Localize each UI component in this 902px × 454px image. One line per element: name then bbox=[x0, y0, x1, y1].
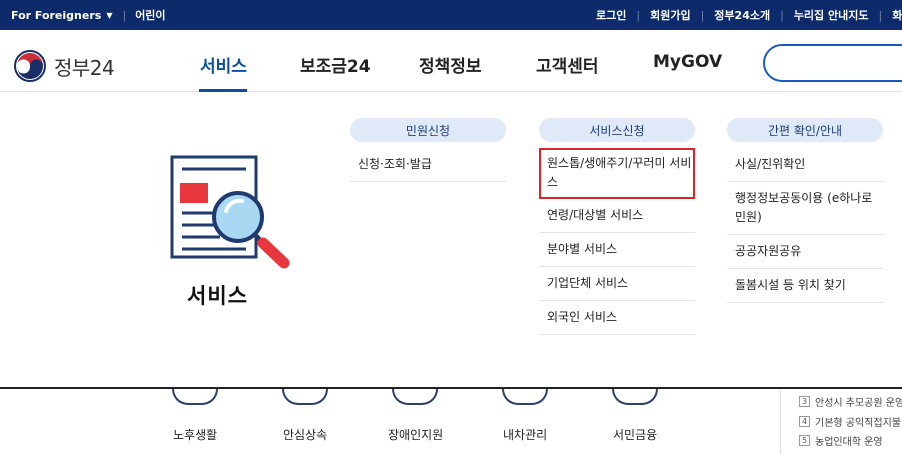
news-item[interactable]: 5 농업인대학 운영 bbox=[799, 433, 883, 448]
inheritance-icon[interactable] bbox=[282, 389, 328, 405]
divider: | bbox=[700, 8, 705, 22]
senior-life-icon[interactable] bbox=[172, 389, 218, 405]
rank-badge: 3 bbox=[799, 396, 810, 407]
active-nav-indicator bbox=[199, 89, 247, 92]
category-label[interactable]: 노후생활 bbox=[173, 426, 217, 443]
news-text: 기본형 공익직접지불 bbox=[815, 418, 901, 429]
rank-badge: 5 bbox=[799, 435, 810, 446]
taegeuk-logo-icon bbox=[14, 50, 46, 82]
divider: | bbox=[878, 8, 883, 22]
news-text: 농업인대학 운영 bbox=[815, 437, 883, 448]
category-label[interactable]: 장애인지원 bbox=[388, 426, 443, 443]
sitemap-link[interactable]: 누리집 안내지도 bbox=[794, 7, 869, 23]
nav-service[interactable]: 서비스 bbox=[200, 52, 247, 77]
menu-item[interactable]: 사실/진위확인 bbox=[727, 148, 883, 182]
finance-icon[interactable] bbox=[612, 389, 658, 405]
disability-support-icon[interactable] bbox=[392, 389, 438, 405]
menu-item[interactable]: 행정정보공동이용 (e하나로민원) bbox=[727, 182, 883, 235]
category-label[interactable]: 안심상속 bbox=[283, 426, 327, 443]
nav-mygov[interactable]: MyGOV bbox=[653, 52, 722, 72]
nav-policy-info[interactable]: 정책정보 bbox=[419, 52, 482, 77]
site-header: 정부24 서비스 보조금24 정책정보 고객센터 MyGOV bbox=[0, 30, 902, 92]
top-utility-bar: For Foreigners ▼ | 어린이 로그인 | 회원가입 | 정부24… bbox=[0, 0, 902, 30]
menu-item[interactable]: 돌봄시설 등 위치 찾기 bbox=[727, 269, 883, 303]
menu-column-easy-check: 간편 확인/안내 사실/진위확인 행정정보공동이용 (e하나로민원) 공공자원공… bbox=[727, 118, 883, 303]
about-link[interactable]: 정부24소개 bbox=[714, 7, 770, 23]
search-input[interactable] bbox=[763, 44, 902, 82]
menu-column-service-apply: 서비스신청 원스톱/생애주기/꾸러미 서비스 연령/대상별 서비스 분야별 서비… bbox=[539, 118, 695, 335]
document-search-illustration-icon bbox=[170, 155, 290, 269]
column-heading[interactable]: 서비스신청 bbox=[539, 118, 695, 142]
category-label[interactable]: 서민금융 bbox=[613, 426, 657, 443]
truncated-link[interactable]: 화 bbox=[892, 7, 902, 23]
news-text: 안성시 추모공원 운영 bbox=[815, 398, 902, 409]
rank-badge: 4 bbox=[799, 416, 810, 427]
topbar-right-links: 로그인 | 회원가입 | 정부24소개 | 누리집 안내지도 | 화 bbox=[596, 0, 902, 30]
nav-customer-center[interactable]: 고객센터 bbox=[536, 52, 599, 77]
kids-link[interactable]: 어린이 bbox=[135, 7, 165, 23]
news-list: 3 안성시 추모공원 운영 4 기본형 공익직접지불 5 농업인대학 운영 bbox=[780, 390, 902, 454]
menu-item[interactable]: 신청·조회·발급 bbox=[350, 148, 506, 182]
column-heading[interactable]: 민원신청 bbox=[350, 118, 506, 142]
news-item[interactable]: 3 안성시 추모공원 운영 bbox=[799, 394, 902, 409]
divider: | bbox=[122, 8, 127, 22]
menu-item[interactable]: 분야별 서비스 bbox=[539, 233, 695, 267]
nav-subsidy24[interactable]: 보조금24 bbox=[300, 52, 371, 77]
menu-item[interactable]: 외국인 서비스 bbox=[539, 301, 695, 335]
signup-link[interactable]: 회원가입 bbox=[650, 7, 690, 23]
menu-item[interactable]: 기업단체 서비스 bbox=[539, 267, 695, 301]
chevron-down-icon[interactable]: ▼ bbox=[106, 11, 112, 20]
car-management-icon[interactable] bbox=[502, 389, 548, 405]
column-heading[interactable]: 간편 확인/안내 bbox=[727, 118, 883, 142]
divider: | bbox=[780, 8, 784, 22]
mega-menu-title: 서비스 bbox=[187, 284, 248, 308]
menu-item-onestop-highlighted[interactable]: 원스톱/생애주기/꾸러미 서비스 bbox=[539, 148, 695, 199]
for-foreigners-link[interactable]: For Foreigners bbox=[11, 9, 101, 22]
logo-text: 정부24 bbox=[54, 55, 115, 80]
divider: | bbox=[636, 8, 641, 22]
category-label[interactable]: 내차관리 bbox=[503, 426, 547, 443]
login-link[interactable]: 로그인 bbox=[596, 7, 626, 23]
menu-column-civil: 민원신청 신청·조회·발급 bbox=[350, 118, 506, 182]
news-item[interactable]: 4 기본형 공익직접지불 bbox=[799, 414, 901, 429]
gov24-logo[interactable]: 정부24 bbox=[14, 50, 115, 82]
topbar-left: For Foreigners ▼ | 어린이 bbox=[11, 0, 166, 30]
menu-item[interactable]: 공공자원공유 bbox=[727, 235, 883, 269]
menu-item[interactable]: 연령/대상별 서비스 bbox=[539, 199, 695, 233]
